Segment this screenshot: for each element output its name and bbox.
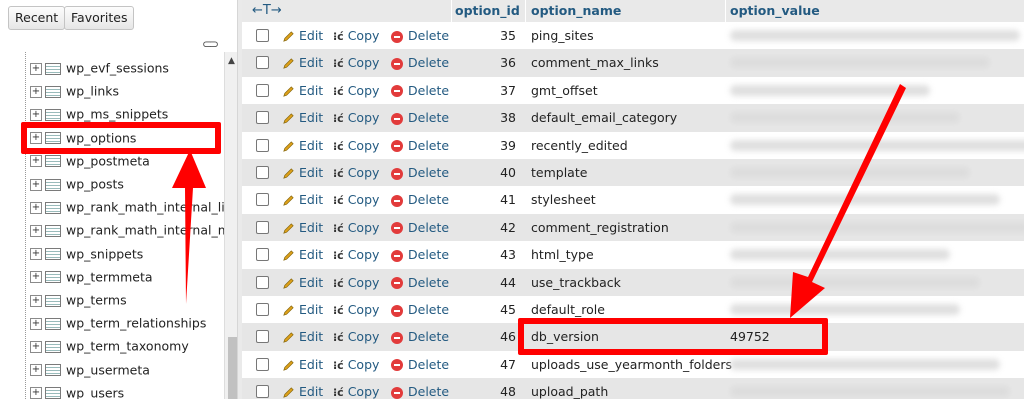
annotation-arrows	[172, 84, 906, 318]
arrow-down-to-db-version	[790, 84, 906, 318]
arrow-up-to-wp-options	[172, 150, 206, 304]
